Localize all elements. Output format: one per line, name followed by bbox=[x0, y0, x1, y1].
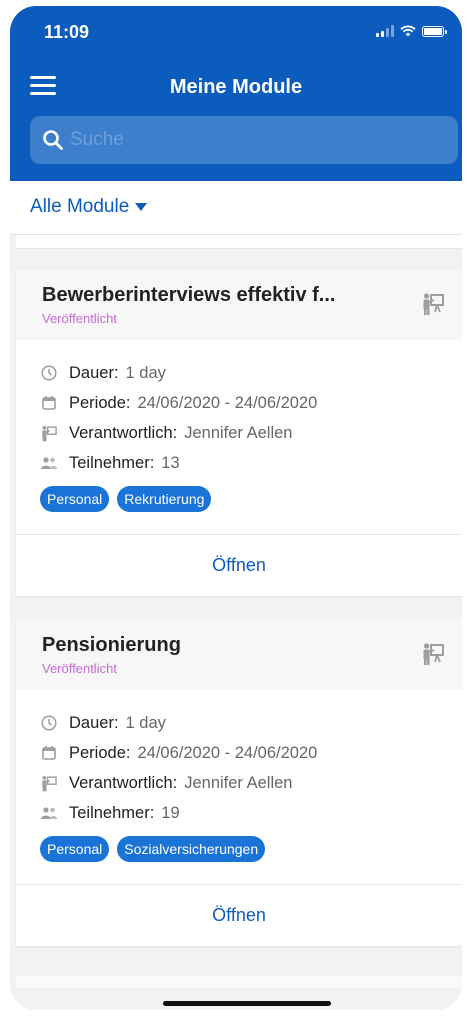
wifi-icon bbox=[400, 25, 416, 37]
period-value: 24/06/2020 - 24/06/2020 bbox=[137, 743, 318, 762]
filter-label: Alle Module bbox=[30, 196, 130, 217]
people-icon bbox=[40, 804, 58, 822]
duration-row: Dauer: 1 day bbox=[40, 708, 462, 738]
module-card: Pensionierung Veröffentlicht Dauer: 1 da… bbox=[16, 620, 462, 946]
card-footer: Öffnen bbox=[16, 884, 462, 946]
caret-down-icon bbox=[135, 203, 148, 211]
next-card-peek bbox=[16, 976, 462, 988]
period-value: 24/06/2020 - 24/06/2020 bbox=[137, 393, 318, 412]
duration-value: 1 day bbox=[125, 363, 166, 382]
filter-bar: Alle Module bbox=[10, 181, 462, 235]
presenter-icon bbox=[423, 643, 444, 665]
card-body: Dauer: 1 day Periode: 24/06/2020 - 24/06… bbox=[16, 340, 462, 534]
period-label: Periode: bbox=[69, 743, 131, 762]
duration-row: Dauer: 1 day bbox=[40, 358, 462, 388]
presenter-icon bbox=[40, 424, 58, 442]
period-label: Periode: bbox=[69, 393, 131, 412]
app-header: 11:09 Meine Module bbox=[10, 6, 462, 181]
participants-label: Teilnehmer: bbox=[69, 803, 155, 822]
responsible-row: Verantwortlich: Jennifer Aellen bbox=[40, 768, 462, 798]
clock-icon bbox=[40, 714, 58, 732]
card-body: Dauer: 1 day Periode: 24/06/2020 - 24/06… bbox=[16, 690, 462, 884]
module-card: Bewerberinterviews effektiv f... Veröffe… bbox=[16, 270, 462, 596]
signal-icon bbox=[376, 25, 394, 37]
duration-label: Dauer: bbox=[69, 713, 119, 732]
home-indicator[interactable] bbox=[163, 1001, 331, 1006]
page-title: Meine Module bbox=[169, 76, 303, 98]
status-label: Veröffentlicht bbox=[42, 661, 117, 676]
participants-value: 13 bbox=[161, 453, 180, 472]
search-input[interactable] bbox=[70, 129, 450, 151]
calendar-icon bbox=[40, 394, 58, 412]
phone-screen: 11:09 Meine Module Suche Alle Module Bew… bbox=[10, 6, 462, 1010]
duration-value: 1 day bbox=[125, 713, 166, 732]
card-header: Pensionierung Veröffentlicht bbox=[16, 620, 462, 690]
presenter-icon bbox=[40, 774, 58, 792]
participants-label: Teilnehmer: bbox=[69, 453, 155, 472]
status-bar: 11:09 bbox=[10, 6, 462, 56]
clock-icon bbox=[40, 364, 58, 382]
responsible-row: Verantwortlich: Jennifer Aellen bbox=[40, 418, 462, 448]
status-label: Veröffentlicht bbox=[42, 311, 117, 326]
responsible-label: Verantwortlich: bbox=[69, 423, 178, 442]
module-title: Pensionierung bbox=[42, 634, 181, 656]
tag-chip[interactable]: Personal bbox=[40, 486, 110, 512]
calendar-icon bbox=[40, 744, 58, 762]
open-button[interactable]: Öffnen bbox=[212, 555, 266, 576]
tag-chip[interactable]: Sozialversicherungen bbox=[117, 836, 266, 862]
partial-card bbox=[16, 235, 462, 249]
tag-list: Personal Rekrutierung bbox=[40, 486, 462, 512]
responsible-value: Jennifer Aellen bbox=[184, 773, 293, 792]
card-footer: Öffnen bbox=[16, 534, 462, 596]
module-title: Bewerberinterviews effektiv f... bbox=[42, 284, 336, 306]
card-header: Bewerberinterviews effektiv f... Veröffe… bbox=[16, 270, 462, 340]
module-filter-dropdown[interactable]: Alle Module bbox=[30, 196, 148, 218]
participants-row: Teilnehmer: 13 bbox=[40, 448, 462, 478]
presenter-icon bbox=[423, 293, 444, 315]
tag-chip[interactable]: Personal bbox=[40, 836, 110, 862]
tag-chip[interactable]: Rekrutierung bbox=[117, 486, 212, 512]
period-row: Periode: 24/06/2020 - 24/06/2020 bbox=[40, 388, 462, 418]
search-icon bbox=[43, 130, 63, 150]
responsible-value: Jennifer Aellen bbox=[184, 423, 293, 442]
battery-icon bbox=[422, 25, 447, 37]
period-row: Periode: 24/06/2020 - 24/06/2020 bbox=[40, 738, 462, 768]
responsible-label: Verantwortlich: bbox=[69, 773, 178, 792]
open-button[interactable]: Öffnen bbox=[212, 905, 266, 926]
duration-label: Dauer: bbox=[69, 363, 119, 382]
nav-bar: Meine Module bbox=[10, 66, 462, 106]
tag-list: Personal Sozialversicherungen bbox=[40, 836, 462, 862]
search-bar[interactable] bbox=[30, 116, 458, 164]
participants-value: 19 bbox=[161, 803, 180, 822]
status-icons bbox=[376, 25, 447, 37]
people-icon bbox=[40, 454, 58, 472]
participants-row: Teilnehmer: 19 bbox=[40, 798, 462, 828]
status-time: 11:09 bbox=[44, 22, 90, 42]
